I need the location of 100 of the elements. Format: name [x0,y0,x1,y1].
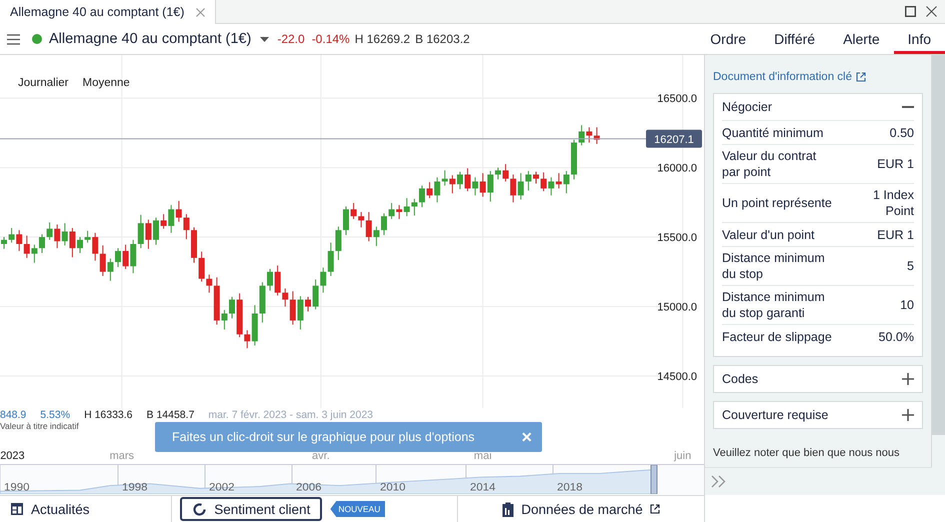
info-value: EUR 1 [877,156,914,172]
candlestick [138,214,144,249]
candlestick [153,217,159,246]
candlestick [464,168,471,192]
info-value: 1 Index Point [872,187,914,219]
candlestick [556,172,562,189]
candlestick [335,226,342,260]
info-value: 5 [907,258,914,274]
candlestick [320,267,326,294]
candlestick [586,126,592,144]
range-change: 848.9 [0,408,26,420]
candlestick [540,172,547,192]
candlestick [229,296,235,319]
date-label: 2023 [0,450,25,462]
candlestick [411,198,418,216]
navigator-year: 1998 [122,482,148,494]
range-low: B 14458.7 [146,408,194,420]
external-link-icon [856,72,866,82]
section-header[interactable]: Négocier [722,94,914,120]
candlestick [502,164,509,182]
info-label: Facteur de slippage [722,328,832,344]
axis-label: 15000.0 [657,302,697,314]
info-label: Distance minimum du stop garanti [722,289,825,321]
candlestick [419,185,425,208]
candlestick [426,182,433,199]
close-icon[interactable] [926,6,937,17]
candlestick [290,290,296,326]
close-icon[interactable] [196,8,206,16]
double-chevron-icon[interactable] [711,475,726,488]
candlestick [305,296,311,312]
date-label: mai [474,450,492,462]
candlestick [122,244,129,270]
bottom-tab[interactable]: Données de marché [492,496,670,522]
indicative-note: Valeur à titre indicatif [0,421,79,432]
candlestick [328,242,334,276]
bottom-tab[interactable]: Actualités [0,496,100,522]
candlestick [578,124,585,146]
candlestick [510,174,516,203]
candlestick [77,236,83,254]
candlestick [176,200,182,222]
candlestick [396,204,402,220]
range-high: H 16333.6 [84,408,133,420]
info-label: Distance minimum du stop [722,250,825,282]
menu-icon[interactable] [7,34,20,44]
navigator-year: 2018 [557,482,583,494]
candlestick [404,198,410,217]
candlestick [8,228,15,244]
axis-label: 16500.0 [657,93,697,106]
date-label: mars [110,450,134,462]
document-link[interactable]: Document d'information clé [713,71,866,83]
candlestick [312,278,319,310]
info-value: 10 [900,297,914,313]
newspaper-icon [10,502,24,516]
axis-label: 15500.0 [657,232,697,244]
caret-icon[interactable] [260,36,270,42]
info-value: 0.50 [890,124,914,140]
section-header[interactable]: Couverture requise [722,402,914,428]
candlestick [183,214,190,240]
nav-tab[interactable]: Ordre [696,24,760,54]
navigator-year: 1990 [4,482,30,494]
candlestick [92,232,98,262]
candlestick [373,226,380,247]
navigator-year: 2010 [380,482,406,494]
candlestick [267,268,273,292]
navigator-year: 2006 [296,482,322,494]
candlestick [130,239,136,274]
candlestick [366,212,372,242]
candlestick [533,171,539,184]
chart-toolbar-button[interactable]: Journalier [12,77,74,89]
candlestick [221,310,228,330]
bottom-tab[interactable]: Sentiment client [180,497,322,521]
candlestick [54,224,60,249]
candlestick [434,176,440,203]
candlestick [388,202,395,220]
nav-tab[interactable]: Différé [760,24,830,54]
chart-toolbar-button[interactable]: Moyenne [76,77,136,89]
section-header[interactable]: Codes [722,366,914,392]
hint-message: Faites un clic-droit sur le graphique pour plus d'options [172,430,475,444]
date-label: avr. [312,450,330,462]
price-badge: 16207.1 [646,130,702,148]
candlestick [46,222,53,240]
low-price: B 16203.2 [415,32,470,46]
info-label: Valeur du contrat par point [722,148,816,180]
instrument-name[interactable]: Allemagne 40 au comptant (1€) [49,31,252,47]
axis-label: 16000.0 [657,162,697,175]
range-handle[interactable] [650,464,658,494]
price-change-percent: -0.14% [312,32,350,46]
date-range: mar. 7 févr. 2023 - sam. 3 juin 2023 [208,408,374,420]
scrollbar-thumb[interactable] [932,55,945,435]
nav-tab[interactable]: Alerte [829,24,894,54]
candlestick [282,288,288,308]
candlestick [84,230,91,244]
date-label: juin [674,450,692,462]
high-price: H 16269.2 [354,32,410,46]
candlestick [244,330,250,349]
maximize-icon[interactable] [905,6,916,17]
candlestick [62,222,68,246]
candlestick [495,167,501,180]
clipboard-icon [502,502,514,516]
candlestick [206,274,212,294]
